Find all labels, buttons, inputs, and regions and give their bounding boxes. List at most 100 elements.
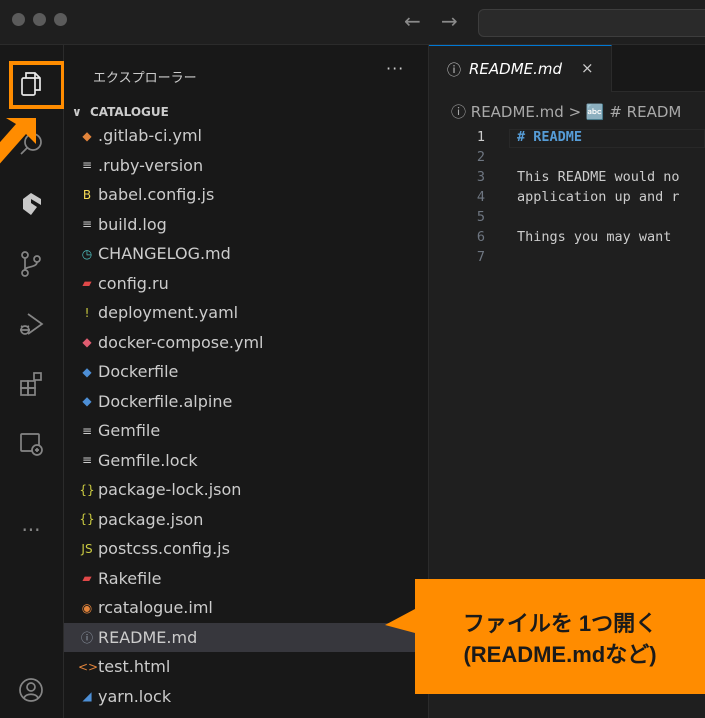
- run-debug-icon: [20, 313, 44, 335]
- file-item[interactable]: ◆ docker-compose.yml: [64, 328, 428, 358]
- zoom-window-button[interactable]: [54, 13, 67, 26]
- line-number: 5: [476, 209, 485, 225]
- file-item[interactable]: ◉ rcatalogue.iml: [64, 593, 428, 623]
- file-item[interactable]: ◆ Dockerfile.alpine: [64, 387, 428, 417]
- account-icon: [19, 678, 43, 702]
- file-item[interactable]: ◆ .gitlab-ci.yml: [64, 121, 428, 151]
- file-name: yarn.lock: [98, 686, 172, 706]
- file-item[interactable]: ≡ build.log: [64, 210, 428, 240]
- minimize-window-button[interactable]: [33, 13, 46, 26]
- file-item[interactable]: ▰ config.ru: [64, 269, 428, 299]
- file-name: .ruby-version: [98, 155, 204, 175]
- file-item[interactable]: {} package.json: [64, 505, 428, 535]
- extensions-icon: [20, 372, 42, 396]
- code-text: application up and r: [517, 189, 680, 205]
- gitlab-icon: [23, 193, 41, 215]
- line-number: 3: [476, 169, 485, 185]
- file-item[interactable]: ≡ Gemfile: [64, 416, 428, 446]
- remote-explorer-activity-button[interactable]: [8, 421, 54, 467]
- file-item[interactable]: ◆ Dockerfile: [64, 357, 428, 387]
- tab-readme[interactable]: ⓘ README.md ×: [429, 45, 612, 92]
- code-line: 7: [429, 249, 705, 269]
- code-line: 4 application up and r: [429, 189, 705, 209]
- file-name: test.html: [98, 657, 171, 677]
- folder-name: CATALOGUE: [89, 105, 169, 119]
- file-item[interactable]: ⓘ README.md: [64, 622, 428, 652]
- file-name: Rakefile: [98, 568, 162, 588]
- file-item[interactable]: Bbabel.config.js: [64, 180, 428, 210]
- ruby-icon: ▰: [82, 276, 92, 291]
- close-icon[interactable]: ×: [581, 59, 594, 77]
- callout-text: ファイルを 1つ開く (README.mdなど): [415, 608, 705, 670]
- json-icon: {}: [79, 482, 95, 497]
- code-line: 1 # README: [429, 129, 705, 149]
- file-name: rcatalogue.iml: [98, 598, 213, 618]
- ruby-icon: ▰: [82, 571, 92, 586]
- file-item[interactable]: {} package-lock.json: [64, 475, 428, 505]
- js-icon: JS: [81, 541, 93, 556]
- file-tree: ◆ .gitlab-ci.yml ≡ .ruby-version Bbabel.conf…: [64, 121, 428, 711]
- file-name: config.ru: [98, 273, 169, 293]
- pointer-arrow-icon: [0, 118, 36, 164]
- file-name: Gemfile: [98, 421, 161, 441]
- line-number: 4: [476, 189, 485, 205]
- file-name: Dockerfile.alpine: [98, 391, 233, 411]
- info-icon: ⓘ: [447, 63, 461, 79]
- lines-icon: ≡: [81, 158, 93, 173]
- code-line: 5: [429, 209, 705, 229]
- extensions-activity-button[interactable]: [8, 361, 54, 407]
- lines-icon: ≡: [81, 423, 93, 438]
- command-center-search[interactable]: [478, 9, 705, 37]
- forward-arrow-icon[interactable]: →: [441, 9, 458, 33]
- account-activity-button[interactable]: [8, 667, 54, 713]
- folder-section-header[interactable]: ∨ CATALOGUE: [72, 105, 169, 119]
- gitlab-activity-button[interactable]: [8, 181, 54, 227]
- file-name: postcss.config.js: [98, 539, 230, 559]
- file-item[interactable]: ≡ Gemfile.lock: [64, 446, 428, 476]
- callout-line-1: ファイルを 1つ開く: [462, 611, 658, 636]
- file-name: build.log: [98, 214, 167, 234]
- file-item[interactable]: ◢ yarn.lock: [64, 682, 428, 712]
- source-control-icon: [21, 251, 41, 277]
- line-number: 7: [476, 249, 485, 265]
- code-line: 6 Things you may want: [429, 229, 705, 249]
- code-line: 2: [429, 149, 705, 169]
- clock-icon: ◷: [81, 246, 93, 261]
- breadcrumb[interactable]: ⓘ README.md > 🔤 # READM: [451, 101, 681, 122]
- file-name: docker-compose.yml: [98, 332, 264, 352]
- html-icon: <>: [78, 659, 99, 674]
- file-item[interactable]: <> test.html: [64, 652, 428, 682]
- explorer-more-icon[interactable]: ···: [386, 59, 404, 78]
- explorer-title: エクスプローラー: [93, 71, 197, 86]
- tab-bar: ⓘ README.md ×: [429, 45, 705, 92]
- file-item[interactable]: ≡ .ruby-version: [64, 151, 428, 181]
- docker-icon: ◆: [82, 335, 92, 350]
- back-arrow-icon[interactable]: ←: [404, 9, 421, 33]
- file-name: package-lock.json: [98, 480, 242, 500]
- callout-line-2: (README.mdなど): [463, 642, 657, 667]
- code-editor[interactable]: 1 # README 2 3 This README would no 4 applicat…: [429, 129, 705, 269]
- code-line: 3 This README would no: [429, 169, 705, 189]
- explorer-sidebar: エクスプローラー ··· ∨ CATALOGUE ◆ .gitlab-ci.yml…: [64, 45, 429, 718]
- line-number: 2: [476, 149, 485, 165]
- run-debug-activity-button[interactable]: [8, 301, 54, 347]
- info-icon: ⓘ: [80, 630, 93, 645]
- file-item[interactable]: ◷ CHANGELOG.md: [64, 239, 428, 269]
- file-item[interactable]: JS postcss.config.js: [64, 534, 428, 564]
- file-item[interactable]: ▰ Rakefile: [64, 564, 428, 594]
- close-window-button[interactable]: [12, 13, 25, 26]
- json-icon: {}: [79, 512, 95, 527]
- file-name: .gitlab-ci.yml: [98, 126, 202, 146]
- docker-icon: ◆: [82, 394, 92, 409]
- line-number: 1: [476, 129, 485, 145]
- title-bar: ← →: [0, 0, 705, 45]
- more-activity-button[interactable]: ...: [8, 501, 54, 547]
- code-text: This README would no: [517, 169, 680, 185]
- lines-icon: ≡: [81, 217, 93, 232]
- source-control-activity-button[interactable]: [8, 241, 54, 287]
- more-icon: ...: [21, 512, 41, 536]
- docker-icon: ◆: [82, 364, 92, 379]
- file-name: Dockerfile: [98, 362, 179, 382]
- file-name: deployment.yaml: [98, 303, 239, 323]
- file-item[interactable]: ! deployment.yaml: [64, 298, 428, 328]
